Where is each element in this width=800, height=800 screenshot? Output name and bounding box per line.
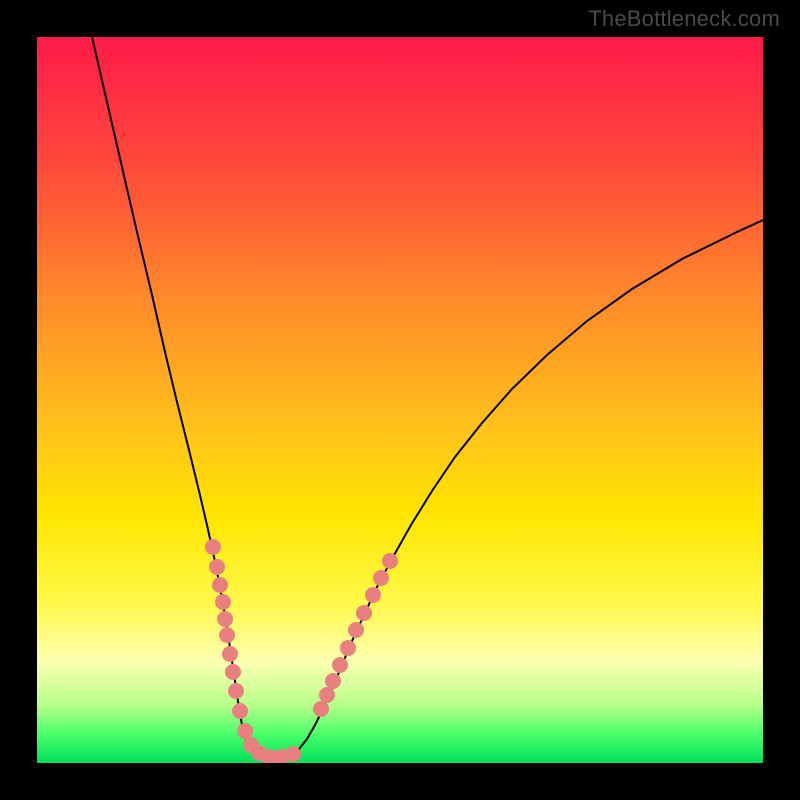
data-point — [225, 664, 241, 680]
data-point — [232, 703, 248, 719]
data-point — [356, 605, 372, 621]
data-point — [215, 594, 231, 610]
data-point — [365, 587, 381, 603]
plot-area — [37, 37, 763, 763]
data-point — [285, 746, 301, 762]
data-point — [319, 687, 335, 703]
data-point — [382, 553, 398, 569]
data-point — [332, 657, 348, 673]
chart-frame: TheBottleneck.com — [0, 0, 800, 800]
dot-cluster-right — [313, 553, 398, 717]
data-point — [222, 646, 238, 662]
data-point — [219, 627, 235, 643]
data-point — [228, 683, 244, 699]
data-point — [209, 559, 225, 575]
data-point — [325, 673, 341, 689]
data-point — [340, 640, 356, 656]
data-point — [217, 611, 233, 627]
dot-cluster-left — [205, 539, 301, 763]
data-point — [237, 723, 253, 739]
data-point — [205, 539, 221, 555]
attribution-label: TheBottleneck.com — [588, 6, 780, 32]
data-point — [373, 570, 389, 586]
chart-svg — [37, 37, 763, 763]
bottleneck-curve — [92, 37, 763, 760]
data-point — [348, 622, 364, 638]
data-point — [212, 577, 228, 593]
data-point — [313, 701, 329, 717]
